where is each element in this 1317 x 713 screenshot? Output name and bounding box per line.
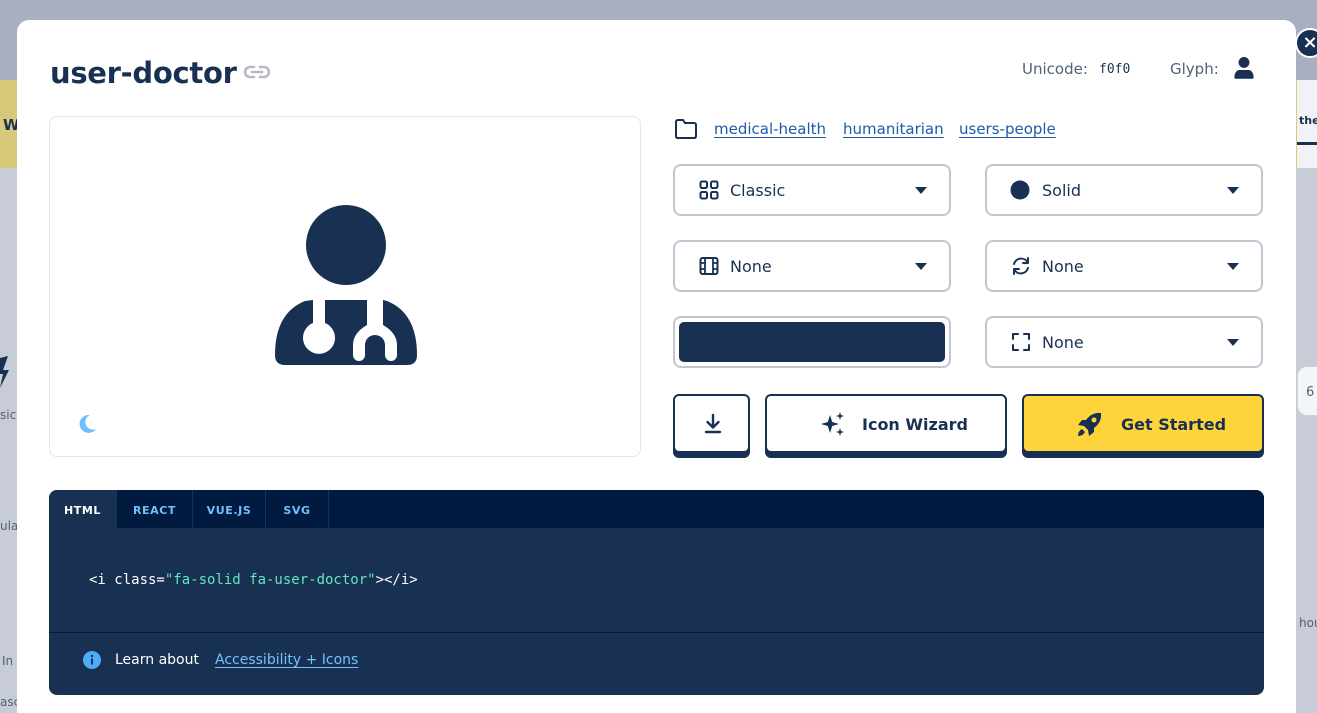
- chevron-down-icon: [1227, 187, 1239, 194]
- icon-wizard-label: Icon Wizard: [862, 415, 968, 434]
- category-link-users-people[interactable]: users-people: [959, 120, 1056, 138]
- size-select[interactable]: None: [985, 316, 1263, 368]
- color-swatch: [679, 322, 945, 362]
- family-select[interactable]: Classic: [673, 164, 951, 216]
- tab-react[interactable]: REACT: [117, 490, 193, 528]
- unicode-value[interactable]: f0f0: [1099, 62, 1130, 77]
- style-select-value: Solid: [1042, 181, 1081, 200]
- style-select[interactable]: Solid: [985, 164, 1263, 216]
- sparkles-icon: [821, 412, 844, 436]
- solid-circle-icon: [1010, 180, 1030, 200]
- rotate-icon: [1013, 257, 1029, 275]
- category-link-humanitarian[interactable]: humanitarian: [843, 120, 944, 138]
- icon-preview-panel: [49, 116, 641, 457]
- background-icon: [0, 356, 9, 388]
- animation-select[interactable]: None: [673, 240, 951, 292]
- background-right-strip: [1296, 168, 1317, 713]
- icon-detail-modal: × user-doctor Unicode: f0f0 Glyph: medic…: [17, 20, 1317, 713]
- background-text: In: [2, 654, 14, 668]
- learn-about-label: Learn about: [115, 652, 199, 668]
- user-doctor-glyph-icon[interactable]: [1233, 57, 1255, 79]
- family-select-value: Classic: [730, 181, 786, 200]
- background-tab-underline: [1297, 142, 1317, 145]
- category-link-medical-health[interactable]: medical-health: [714, 120, 826, 138]
- expand-icon: [1012, 333, 1030, 351]
- code-snippet-panel: HTML REACT VUE.JS SVG <i class="fa-solid…: [49, 490, 1264, 695]
- grid-icon: [699, 180, 719, 200]
- background-left-strip: [0, 168, 17, 713]
- code-tabs: HTML REACT VUE.JS SVG: [49, 490, 1264, 528]
- code-snippet[interactable]: <i class="fa-solid fa-user-doctor"></i>: [89, 572, 418, 588]
- film-icon: [699, 257, 719, 275]
- get-started-button[interactable]: Get Started: [1022, 394, 1264, 453]
- chevron-down-icon: [915, 263, 927, 270]
- link-icon[interactable]: [241, 60, 273, 84]
- rotation-select[interactable]: None: [985, 240, 1263, 292]
- folder-icon: [675, 119, 697, 139]
- info-icon: [83, 651, 101, 669]
- tab-vuejs[interactable]: VUE.JS: [193, 490, 266, 528]
- unicode-label: Unicode:: [1022, 60, 1088, 78]
- background-tab: the: [1297, 80, 1317, 168]
- rotation-select-value: None: [1042, 257, 1084, 276]
- background-text: sic: [0, 408, 17, 422]
- code-tag-open: <i class=: [89, 572, 165, 588]
- code-tag-close: ></i>: [375, 572, 418, 588]
- rocket-icon: [1078, 412, 1102, 436]
- download-button[interactable]: [673, 394, 750, 453]
- tab-svg[interactable]: SVG: [266, 490, 329, 528]
- background-chip: 6: [1297, 366, 1317, 416]
- get-started-label: Get Started: [1121, 415, 1227, 434]
- size-select-value: None: [1042, 333, 1084, 352]
- chevron-down-icon: [1227, 339, 1239, 346]
- chevron-down-icon: [915, 187, 927, 194]
- accessibility-link[interactable]: Accessibility + Icons: [215, 652, 358, 668]
- download-icon: [704, 413, 722, 434]
- code-class-value: "fa-solid fa-user-doctor": [164, 572, 376, 588]
- glyph-label: Glyph:: [1170, 60, 1219, 78]
- chevron-down-icon: [1227, 263, 1239, 270]
- tab-html[interactable]: HTML: [49, 490, 117, 528]
- icon-wizard-button[interactable]: Icon Wizard: [765, 394, 1007, 453]
- background-text: the: [1299, 114, 1317, 127]
- icon-title: user-doctor: [50, 56, 237, 90]
- animation-select-value: None: [730, 257, 772, 276]
- background-text: hou: [1299, 616, 1317, 630]
- moon-icon[interactable]: [76, 413, 98, 435]
- color-picker[interactable]: [673, 316, 951, 368]
- background-text: 6: [1306, 385, 1315, 400]
- user-doctor-icon: [275, 205, 417, 365]
- close-modal-button[interactable]: ×: [1295, 28, 1317, 58]
- code-panel-divider: [49, 632, 1264, 633]
